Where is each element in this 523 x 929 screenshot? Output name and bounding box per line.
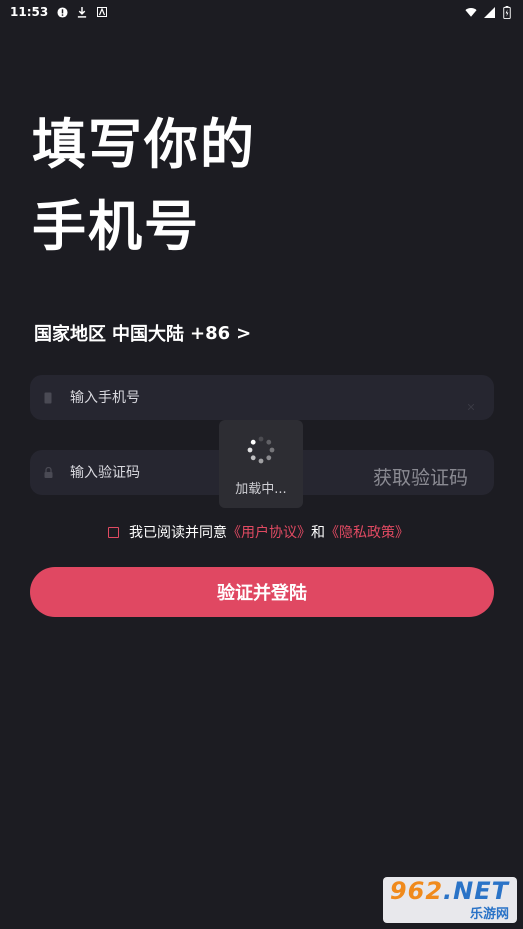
download-icon	[76, 6, 88, 18]
agreement-checkbox[interactable]	[108, 526, 119, 538]
privacy-policy-link[interactable]: 《隐私政策》	[325, 522, 409, 542]
region-selector[interactable]: 国家地区 中国大陆 +86 >	[34, 320, 251, 346]
clear-icon[interactable]	[467, 395, 475, 411]
get-code-button[interactable]: 获取验证码	[373, 463, 468, 490]
region-label: 国家地区	[34, 324, 106, 345]
loading-text: 加载中...	[235, 482, 287, 497]
agreement-prefix: 我已阅读并同意	[129, 525, 227, 541]
watermark-sub: 乐游网	[469, 906, 509, 922]
user-agreement-link[interactable]: 《用户协议》	[227, 522, 311, 542]
wifi-icon	[465, 6, 477, 18]
spinner-icon	[247, 436, 275, 464]
agreement-and: 和	[311, 525, 325, 541]
page-title-line1: 填写你的	[32, 113, 256, 176]
phone-field[interactable]	[30, 375, 494, 420]
lock-icon	[44, 466, 54, 479]
watermark-main-num: 962	[389, 876, 444, 905]
battery-icon	[501, 5, 513, 19]
alert-icon	[56, 6, 68, 18]
loading-dialog: 加载中...	[219, 420, 303, 508]
status-left: 11:53	[10, 5, 108, 19]
status-time: 11:53	[10, 5, 49, 19]
region-value: 中国大陆	[112, 324, 184, 345]
page-title-line2: 手机号	[32, 195, 200, 258]
watermark-main: 962.NET	[390, 879, 509, 903]
phone-input[interactable]	[70, 389, 320, 406]
status-bar: 11:53	[0, 0, 523, 24]
app-icon	[96, 6, 108, 18]
watermark-logo: 962.NET 乐游网	[383, 877, 517, 923]
chevron-right-icon: >	[236, 322, 252, 344]
signal-icon	[483, 6, 495, 18]
watermark-net: .NET	[443, 876, 509, 905]
status-right	[465, 5, 513, 19]
agreement-row: 我已阅读并同意 《用户协议》 和 《隐私政策》	[108, 522, 409, 542]
login-button[interactable]: 验证并登陆	[30, 567, 494, 617]
region-code: +86	[190, 322, 231, 344]
phone-icon	[44, 392, 54, 404]
